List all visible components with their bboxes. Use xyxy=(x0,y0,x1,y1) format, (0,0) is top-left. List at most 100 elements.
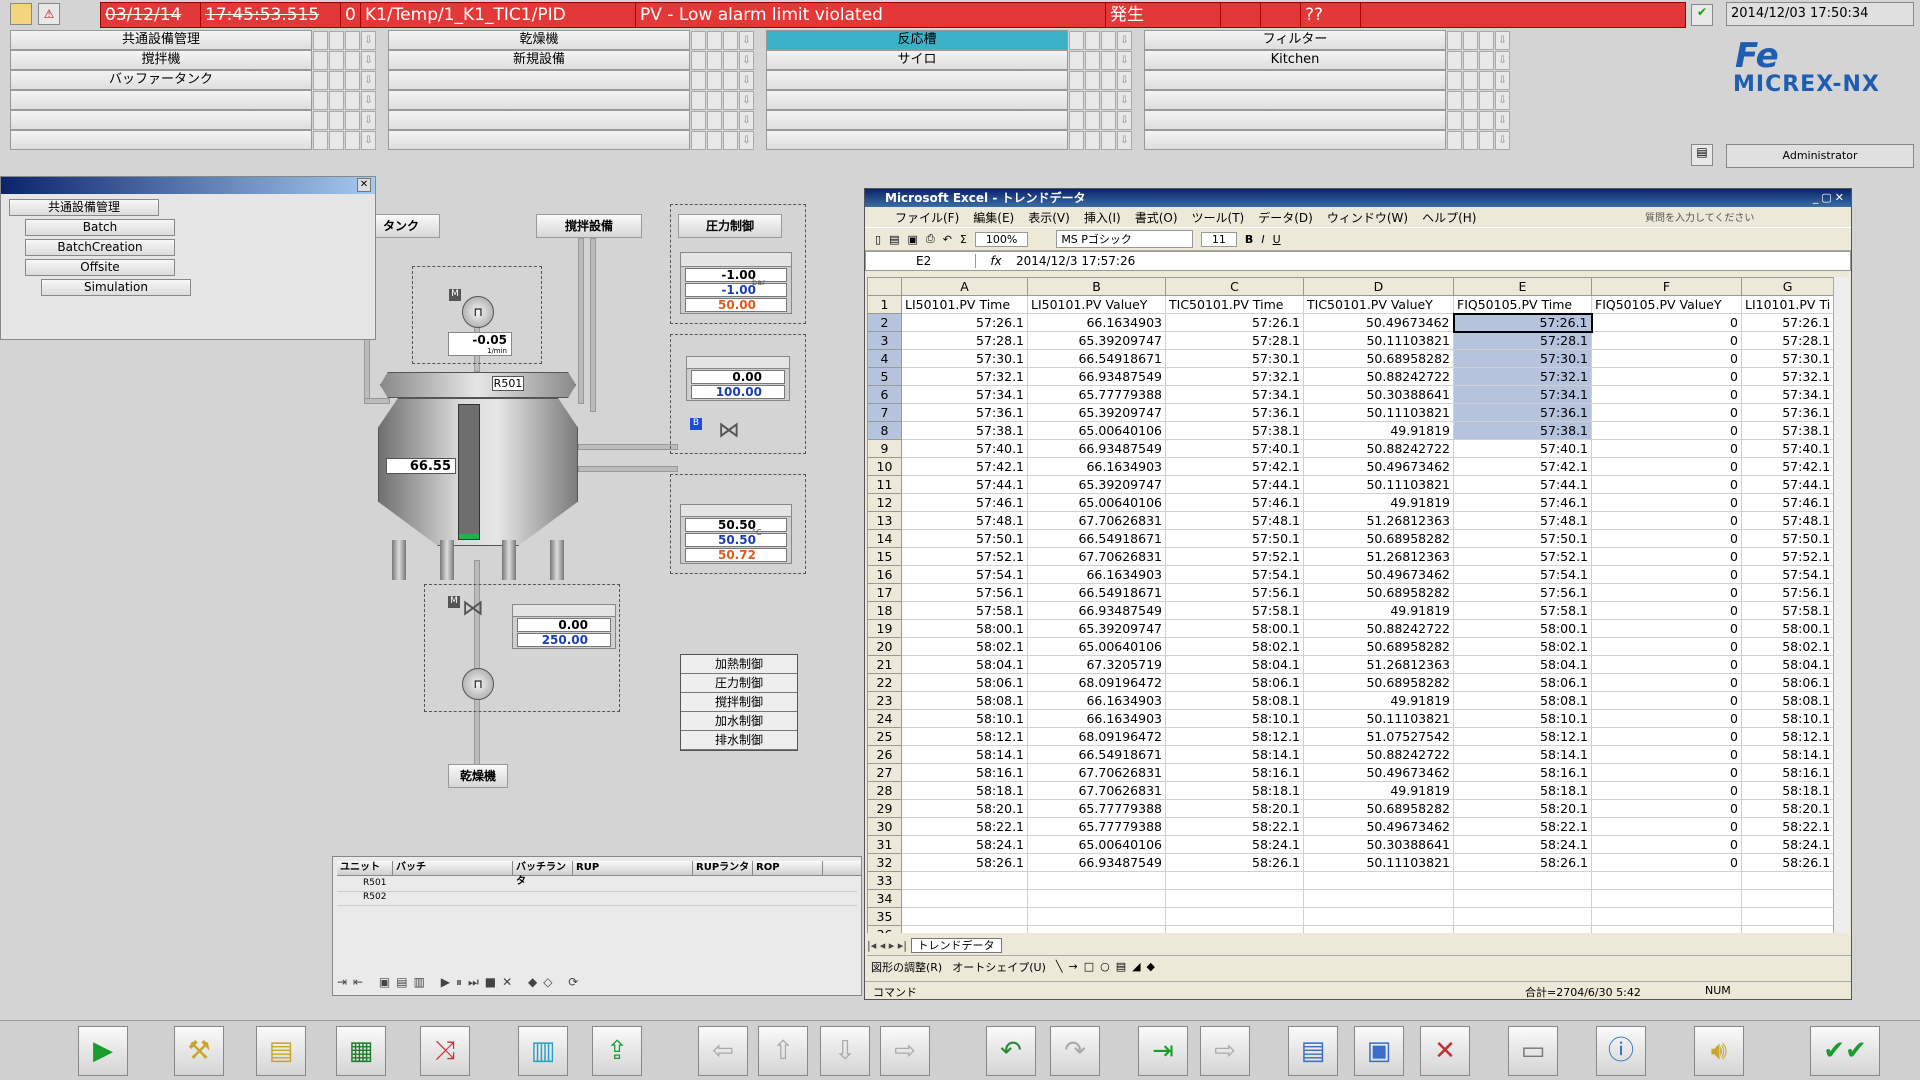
cell[interactable]: 0 xyxy=(1591,583,1742,602)
cell[interactable]: 58:20.1 xyxy=(901,799,1028,818)
unit-slot[interactable] xyxy=(329,110,344,130)
unit-button[interactable]: フィルター xyxy=(1144,30,1446,50)
arrow-down-icon[interactable]: ⇩ xyxy=(1495,130,1510,150)
unit-slot[interactable] xyxy=(313,50,328,70)
cell[interactable]: 57:48.1 xyxy=(1453,511,1592,530)
vertical-scrollbar[interactable] xyxy=(1833,277,1849,933)
cell[interactable]: 58:02.1 xyxy=(1453,637,1592,656)
cell[interactable]: 57:28.1 xyxy=(1453,331,1592,350)
name-box[interactable]: E2 xyxy=(866,254,976,268)
cell[interactable]: 58:10.1 xyxy=(901,709,1028,728)
temperature-faceplate[interactable]: 50.50 50.50 50.72 xyxy=(680,504,792,564)
unit-slot[interactable] xyxy=(345,90,360,110)
cell[interactable]: 57:48.1 xyxy=(1165,511,1304,530)
cell[interactable]: 0 xyxy=(1591,349,1742,368)
cell[interactable]: 66.54918671 xyxy=(1027,529,1166,548)
cell[interactable]: 51.26812363 xyxy=(1303,547,1454,566)
unit-slot[interactable] xyxy=(313,110,328,130)
cell[interactable]: 57:30.1 xyxy=(1453,349,1592,368)
header-cell[interactable]: LI10101.PV Ti xyxy=(1740,295,1835,314)
thermometer-icon[interactable]: ▥ xyxy=(518,1026,568,1076)
menu-item[interactable]: 編集(E) xyxy=(973,209,1014,226)
alarm-banner[interactable]: 03/12/14 17:45:53.515 0 K1/Temp/1_K1_TIC… xyxy=(100,2,1686,28)
row-header[interactable]: 21 xyxy=(867,655,902,674)
cell[interactable]: 57:28.1 xyxy=(1165,331,1304,350)
row-header[interactable]: 4 xyxy=(867,349,902,368)
cell[interactable]: 57:42.1 xyxy=(1165,457,1304,476)
cell[interactable]: 58:20.1 xyxy=(1165,799,1304,818)
spreadsheet-grid[interactable]: A B C D E F G 1 LI50101.PV Time LI50101.PV ValueY… xyxy=(867,277,1835,933)
header-cell[interactable]: FIQ50105.PV ValueY xyxy=(1591,295,1742,314)
unit-slot[interactable] xyxy=(1085,90,1100,110)
cell[interactable]: 58:12.1 xyxy=(1740,727,1835,746)
cell[interactable]: 0 xyxy=(1591,385,1742,404)
cell[interactable]: 57:28.1 xyxy=(1740,331,1835,350)
row-header[interactable]: 27 xyxy=(867,763,902,782)
sheet-tab[interactable]: トレンドデータ xyxy=(910,938,1002,953)
cell[interactable]: 57:52.1 xyxy=(1740,547,1835,566)
row-header[interactable]: 17 xyxy=(867,583,902,602)
cell[interactable]: 57:50.1 xyxy=(1740,529,1835,548)
cell[interactable]: 57:44.1 xyxy=(1740,475,1835,494)
control-item[interactable]: 加水制御 xyxy=(681,712,797,731)
agitator-speed[interactable]: -0.05 1/min xyxy=(448,332,512,356)
cell[interactable]: 66.93487549 xyxy=(1027,367,1166,386)
row-header[interactable]: 24 xyxy=(867,709,902,728)
pressure-control-button[interactable]: 圧力制御 xyxy=(678,214,782,238)
alarm-warning-icon[interactable]: ⚠ xyxy=(38,3,60,25)
cell[interactable]: 57:50.1 xyxy=(1165,529,1304,548)
notes-icon[interactable]: ▤ xyxy=(256,1026,306,1076)
unit-slot[interactable] xyxy=(313,30,328,50)
new-icon[interactable]: ▯ xyxy=(875,233,881,246)
pressure-faceplate[interactable]: -1.00 -1.00 50.00 xyxy=(680,252,792,314)
unit-slot[interactable] xyxy=(313,70,328,90)
unit-slot[interactable] xyxy=(329,30,344,50)
row-header[interactable]: 32 xyxy=(867,853,902,872)
cell[interactable]: 50.11103821 xyxy=(1303,853,1454,872)
column-header[interactable]: A xyxy=(901,277,1028,296)
cell[interactable]: 58:06.1 xyxy=(1740,673,1835,692)
row-header[interactable]: 1 xyxy=(867,295,902,314)
arrow-down-icon[interactable]: ⇩ xyxy=(739,30,754,50)
unit-slot[interactable] xyxy=(1447,130,1462,150)
row-header[interactable]: 18 xyxy=(867,601,902,620)
back-icon[interactable]: ⇦ xyxy=(698,1026,748,1076)
cell[interactable]: 57:54.1 xyxy=(1165,565,1304,584)
cell[interactable]: 0 xyxy=(1591,781,1742,800)
cell[interactable]: 58:00.1 xyxy=(1165,619,1304,638)
unit-slot[interactable] xyxy=(1085,130,1100,150)
cell[interactable]: 65.77779388 xyxy=(1027,385,1166,404)
report-icon[interactable]: ▦ xyxy=(336,1026,386,1076)
cell[interactable]: 58:04.1 xyxy=(1740,655,1835,674)
cell[interactable]: 49.91819 xyxy=(1303,421,1454,440)
arrow-down-icon[interactable]: ⇩ xyxy=(739,90,754,110)
cell[interactable]: 58:08.1 xyxy=(1165,691,1304,710)
acknowledge-icon[interactable]: ✔ xyxy=(1691,4,1713,26)
unit-slot[interactable] xyxy=(691,50,706,70)
cell[interactable]: 50.68958282 xyxy=(1303,529,1454,548)
header-cell[interactable]: FIQ50105.PV Time xyxy=(1453,295,1592,314)
cell[interactable]: 57:34.1 xyxy=(1453,385,1592,404)
header-cell[interactable]: LI50101.PV Time xyxy=(901,295,1028,314)
cell[interactable]: 50.68958282 xyxy=(1303,637,1454,656)
cell[interactable]: 58:04.1 xyxy=(1453,655,1592,674)
column-header[interactable]: ユニット xyxy=(337,861,393,875)
unit-slot[interactable] xyxy=(691,130,706,150)
unit-button[interactable]: 反応槽 xyxy=(766,30,1068,50)
arrow-down-icon[interactable]: ⇩ xyxy=(1495,70,1510,90)
row-header[interactable]: 19 xyxy=(867,619,902,638)
cell[interactable]: 58:26.1 xyxy=(1740,853,1835,872)
cell[interactable]: 57:42.1 xyxy=(1740,457,1835,476)
unit-button[interactable] xyxy=(766,90,1068,110)
cell[interactable]: 50.88242722 xyxy=(1303,745,1454,764)
autoshape-menu[interactable]: オートシェイプ(U) xyxy=(952,959,1046,975)
cell[interactable]: 58:02.1 xyxy=(1165,637,1304,656)
cell[interactable]: 0 xyxy=(1591,439,1742,458)
draw-menu[interactable]: 図形の調整(R) xyxy=(871,959,942,975)
row-header[interactable]: 13 xyxy=(867,511,902,530)
cell[interactable]: 58:04.1 xyxy=(1165,655,1304,674)
unit-button[interactable]: 撹拌機 xyxy=(10,50,312,70)
unit-slot[interactable] xyxy=(1447,50,1462,70)
row-header[interactable]: 30 xyxy=(867,817,902,836)
formula-input[interactable]: 2014/12/3 17:57:26 xyxy=(1016,254,1135,268)
